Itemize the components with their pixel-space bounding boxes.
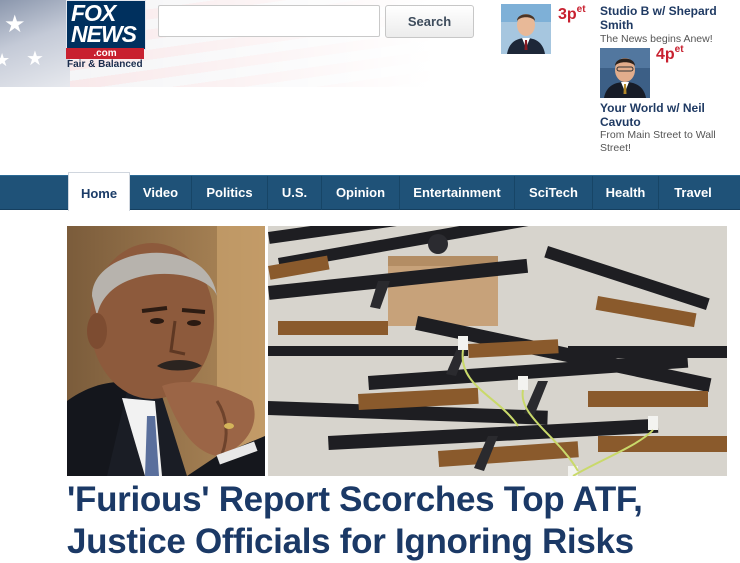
flag-canton: ★ ★ ★ bbox=[0, 0, 70, 87]
search-button[interactable]: Search bbox=[385, 5, 474, 38]
show-description: From Main Street to Wall Street! bbox=[600, 129, 716, 154]
logo-tagline: Fair & Balanced bbox=[67, 59, 143, 70]
star-icon: ★ bbox=[0, 50, 11, 71]
neil-cavuto-thumbnail bbox=[600, 48, 650, 98]
show-time: 3pet bbox=[558, 4, 586, 24]
logo-dotcom: .com bbox=[66, 48, 144, 59]
nav-tab-entertainment[interactable]: Entertainment bbox=[400, 176, 515, 210]
rifles-image bbox=[268, 226, 727, 476]
show-time-value: 3p bbox=[558, 6, 577, 23]
nav-tab-travel[interactable]: Travel bbox=[659, 176, 727, 210]
show-description: The News begins Anew! bbox=[600, 33, 713, 45]
show-time-zone: et bbox=[674, 44, 684, 55]
nav-tab-video[interactable]: Video bbox=[130, 176, 192, 210]
nav-tab-scitech[interactable]: SciTech bbox=[515, 176, 593, 210]
show-title-link[interactable]: Studio B w/ Shepard Smith bbox=[600, 4, 730, 32]
show-time: 4pet bbox=[656, 44, 684, 64]
story-headline[interactable]: 'Furious' Report Scorches Top ATF, Justi… bbox=[67, 479, 732, 563]
story-photo-holder[interactable] bbox=[67, 226, 265, 476]
story-photo-rifles[interactable] bbox=[268, 226, 727, 476]
logo-box: FOX NEWS bbox=[66, 0, 146, 50]
shepard-smith-thumbnail bbox=[501, 4, 551, 54]
show-time-value: 4p bbox=[656, 46, 675, 63]
search-input[interactable] bbox=[158, 5, 380, 37]
holder-portrait-image bbox=[67, 226, 265, 476]
show-time-zone: et bbox=[576, 4, 586, 15]
show-host-photo[interactable] bbox=[600, 48, 650, 98]
nav-tab-health[interactable]: Health bbox=[593, 176, 659, 210]
fox-news-logo[interactable]: FOX NEWS .com Fair & Balanced bbox=[66, 0, 146, 72]
logo-line-news: NEWS bbox=[71, 21, 137, 47]
nav-tab-opinion[interactable]: Opinion bbox=[322, 176, 400, 210]
show-title-link[interactable]: Your World w/ Neil Cavuto bbox=[600, 101, 720, 129]
nav-tab-home[interactable]: Home bbox=[68, 172, 130, 211]
star-icon: ★ bbox=[4, 10, 26, 38]
star-icon: ★ bbox=[26, 46, 44, 70]
main-navigation: Home Video Politics U.S. Opinion Enterta… bbox=[0, 172, 740, 211]
nav-tab-us[interactable]: U.S. bbox=[268, 176, 322, 210]
show-host-photo[interactable] bbox=[501, 4, 551, 54]
nav-tab-politics[interactable]: Politics bbox=[192, 176, 268, 210]
